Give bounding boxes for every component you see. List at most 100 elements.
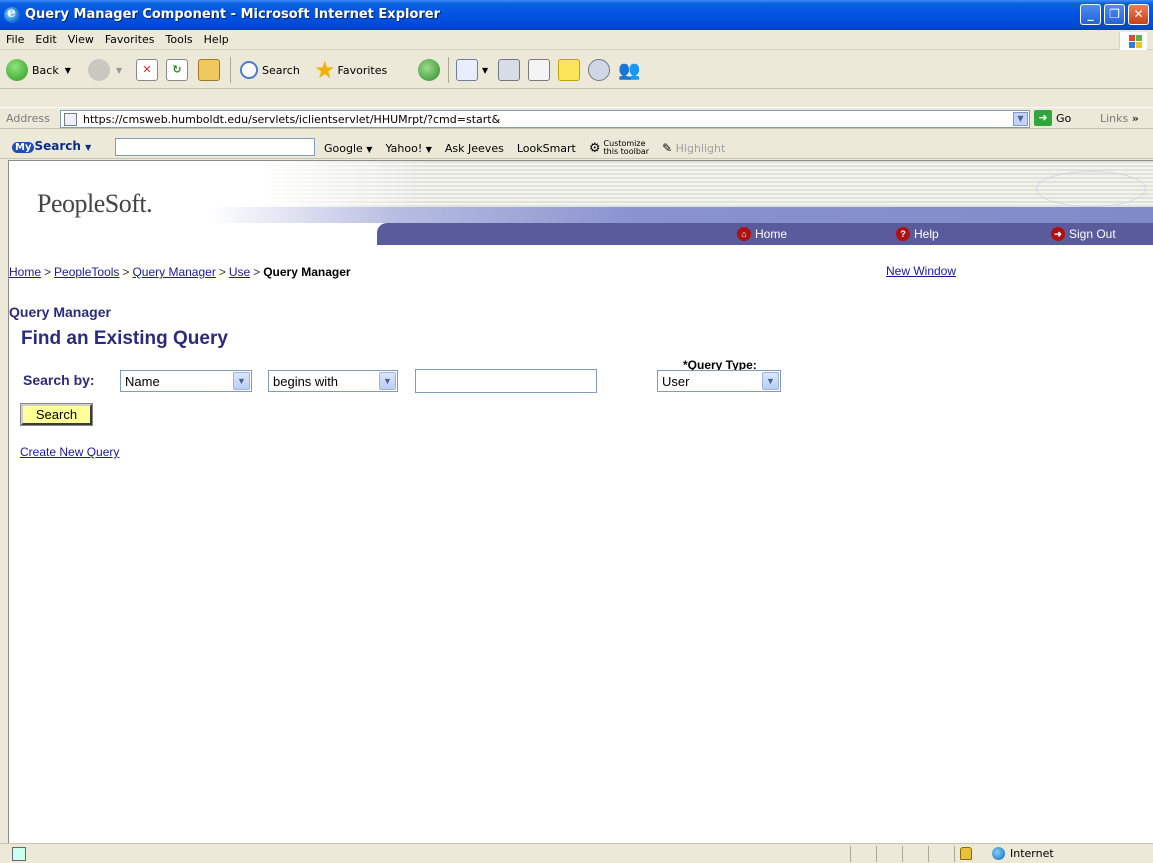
page-status-icon bbox=[12, 847, 26, 861]
stop-button[interactable]: ✕ bbox=[136, 57, 158, 83]
highlight-label: Highlight bbox=[675, 142, 726, 155]
status-divider bbox=[928, 846, 929, 862]
home-button[interactable] bbox=[198, 57, 220, 83]
discuss-icon bbox=[588, 59, 610, 81]
menu-tools[interactable]: Tools bbox=[160, 30, 198, 46]
notes-button[interactable] bbox=[558, 57, 580, 83]
messenger-button[interactable]: 👥 bbox=[618, 57, 640, 83]
menu-view[interactable]: View bbox=[62, 30, 99, 46]
status-divider bbox=[902, 846, 903, 862]
mail-button[interactable]: ▼ bbox=[456, 57, 488, 83]
gear-icon: ⚙ bbox=[588, 140, 601, 156]
address-label: Address bbox=[6, 112, 50, 125]
title-bar: Query Manager Component - Microsoft Inte… bbox=[0, 0, 1153, 30]
messenger-icon: 👥 bbox=[618, 59, 641, 81]
favorites-button[interactable]: ★ Favorites bbox=[314, 57, 387, 83]
edit-button[interactable] bbox=[528, 57, 550, 83]
breadcrumb-use[interactable]: Use bbox=[229, 265, 250, 279]
go-button[interactable]: ➜ Go bbox=[1034, 110, 1071, 126]
nav-signout-label: Sign Out bbox=[1069, 227, 1116, 241]
breadcrumb-sep: > bbox=[218, 265, 226, 279]
create-new-query-link[interactable]: Create New Query bbox=[20, 445, 119, 459]
yahoo-button[interactable]: Yahoo! ▼ bbox=[385, 142, 431, 155]
mysearch-button[interactable]: My Search ▼ bbox=[12, 139, 91, 153]
discuss-button[interactable] bbox=[588, 57, 610, 83]
ie-logo-icon bbox=[4, 5, 20, 23]
menu-edit[interactable]: Edit bbox=[29, 30, 61, 46]
address-field[interactable]: https://cmsweb.humboldt.edu/servlets/icl… bbox=[60, 110, 1030, 128]
breadcrumb-peopletools[interactable]: PeopleTools bbox=[54, 265, 119, 279]
menu-help[interactable]: Help bbox=[198, 30, 234, 46]
nav-home-label: Home bbox=[755, 227, 788, 241]
print-button[interactable] bbox=[498, 57, 520, 83]
forward-arrow-icon bbox=[88, 59, 110, 81]
chevron-down-icon[interactable]: ▼ bbox=[762, 372, 779, 390]
menu-favorites[interactable]: Favorites bbox=[99, 30, 160, 46]
status-divider bbox=[850, 846, 851, 862]
address-url[interactable]: https://cmsweb.humboldt.edu/servlets/icl… bbox=[83, 113, 500, 126]
breadcrumb-sep: > bbox=[253, 265, 261, 279]
chevron-down-icon: ▼ bbox=[116, 65, 123, 75]
menu-file[interactable]: File bbox=[0, 30, 29, 46]
page-icon bbox=[64, 113, 77, 126]
google-button[interactable]: Google ▼ bbox=[324, 142, 372, 155]
status-divider bbox=[954, 846, 955, 862]
nav-home[interactable]: ⌂ Home bbox=[737, 227, 787, 241]
search-by-label: Search by: bbox=[23, 372, 95, 388]
close-button[interactable]: ✕ bbox=[1128, 4, 1149, 25]
links-button[interactable]: Links » bbox=[1100, 112, 1139, 125]
mysearch-toolbar: My Search ▼ Google ▼ Yahoo! ▼ Ask Jeeves … bbox=[0, 135, 1153, 159]
toolbar-separator bbox=[230, 57, 231, 83]
new-window-link[interactable]: New Window bbox=[886, 264, 956, 278]
lock-icon bbox=[960, 847, 972, 860]
nav-signout[interactable]: ➜ Sign Out bbox=[1051, 227, 1116, 241]
back-arrow-icon bbox=[6, 59, 28, 81]
askjeeves-button[interactable]: Ask Jeeves bbox=[445, 142, 504, 155]
peoplesoft-logo: PeopleSoft. bbox=[37, 189, 153, 218]
windows-flag-icon bbox=[1119, 32, 1147, 50]
search-label: Search bbox=[262, 63, 300, 77]
links-label: Links bbox=[1100, 112, 1129, 125]
back-button[interactable]: Back ▼ bbox=[6, 57, 71, 83]
chevron-down-icon[interactable]: ▼ bbox=[1013, 112, 1028, 126]
minimize-button[interactable]: _ bbox=[1080, 4, 1101, 25]
search-submit-button[interactable]: Search bbox=[20, 403, 93, 426]
highlight-button[interactable]: ✎ Highlight bbox=[662, 141, 725, 155]
chevron-down-icon: ▼ bbox=[482, 65, 489, 75]
breadcrumb-home[interactable]: Home bbox=[9, 265, 41, 279]
component-title: Query Manager bbox=[9, 304, 111, 320]
breadcrumb-current: Query Manager bbox=[263, 265, 351, 279]
nav-help[interactable]: ? Help bbox=[896, 227, 939, 241]
query-type-select[interactable]: User ▼ bbox=[657, 370, 781, 392]
forward-button[interactable]: ▼ bbox=[88, 57, 122, 83]
customize-button[interactable]: ⚙ Customize this toolbar bbox=[589, 140, 649, 156]
maximize-button[interactable]: ❐ bbox=[1104, 4, 1125, 25]
zone-label: Internet bbox=[1010, 847, 1054, 860]
operator-select[interactable]: begins with ▼ bbox=[268, 370, 398, 392]
refresh-button[interactable]: ↻ bbox=[166, 57, 188, 83]
search-text-input[interactable] bbox=[415, 369, 597, 393]
search-by-value: Name bbox=[125, 374, 160, 389]
looksmart-button[interactable]: LookSmart bbox=[517, 142, 576, 155]
home-icon bbox=[198, 59, 220, 81]
star-icon: ★ bbox=[314, 56, 336, 84]
printer-icon bbox=[498, 59, 520, 81]
mysearch-label: Search bbox=[34, 139, 81, 153]
search-by-select[interactable]: Name ▼ bbox=[120, 370, 252, 392]
address-bar: Address https://cmsweb.humboldt.edu/serv… bbox=[0, 107, 1153, 129]
edit-page-icon bbox=[528, 59, 550, 81]
history-button[interactable] bbox=[418, 57, 440, 83]
breadcrumb-query-manager[interactable]: Query Manager bbox=[132, 265, 215, 279]
standard-toolbar: Back ▼ ▼ ✕ ↻ Search ★ Favorites ▼ 👥 bbox=[0, 51, 1153, 89]
stop-icon: ✕ bbox=[136, 59, 158, 81]
highlighter-icon: ✎ bbox=[662, 141, 673, 155]
search-button[interactable]: Search bbox=[240, 57, 300, 83]
chevron-down-icon[interactable]: ▼ bbox=[379, 372, 396, 390]
favorites-label: Favorites bbox=[337, 63, 388, 77]
mysearch-my-badge: My bbox=[12, 142, 35, 153]
mysearch-input[interactable] bbox=[115, 138, 315, 156]
chevron-down-icon[interactable]: ▼ bbox=[233, 372, 250, 390]
toolbar-separator bbox=[448, 57, 449, 83]
google-label: Google bbox=[324, 141, 363, 155]
breadcrumb: Home > PeopleTools > Query Manager > Use > Query… bbox=[9, 265, 351, 279]
